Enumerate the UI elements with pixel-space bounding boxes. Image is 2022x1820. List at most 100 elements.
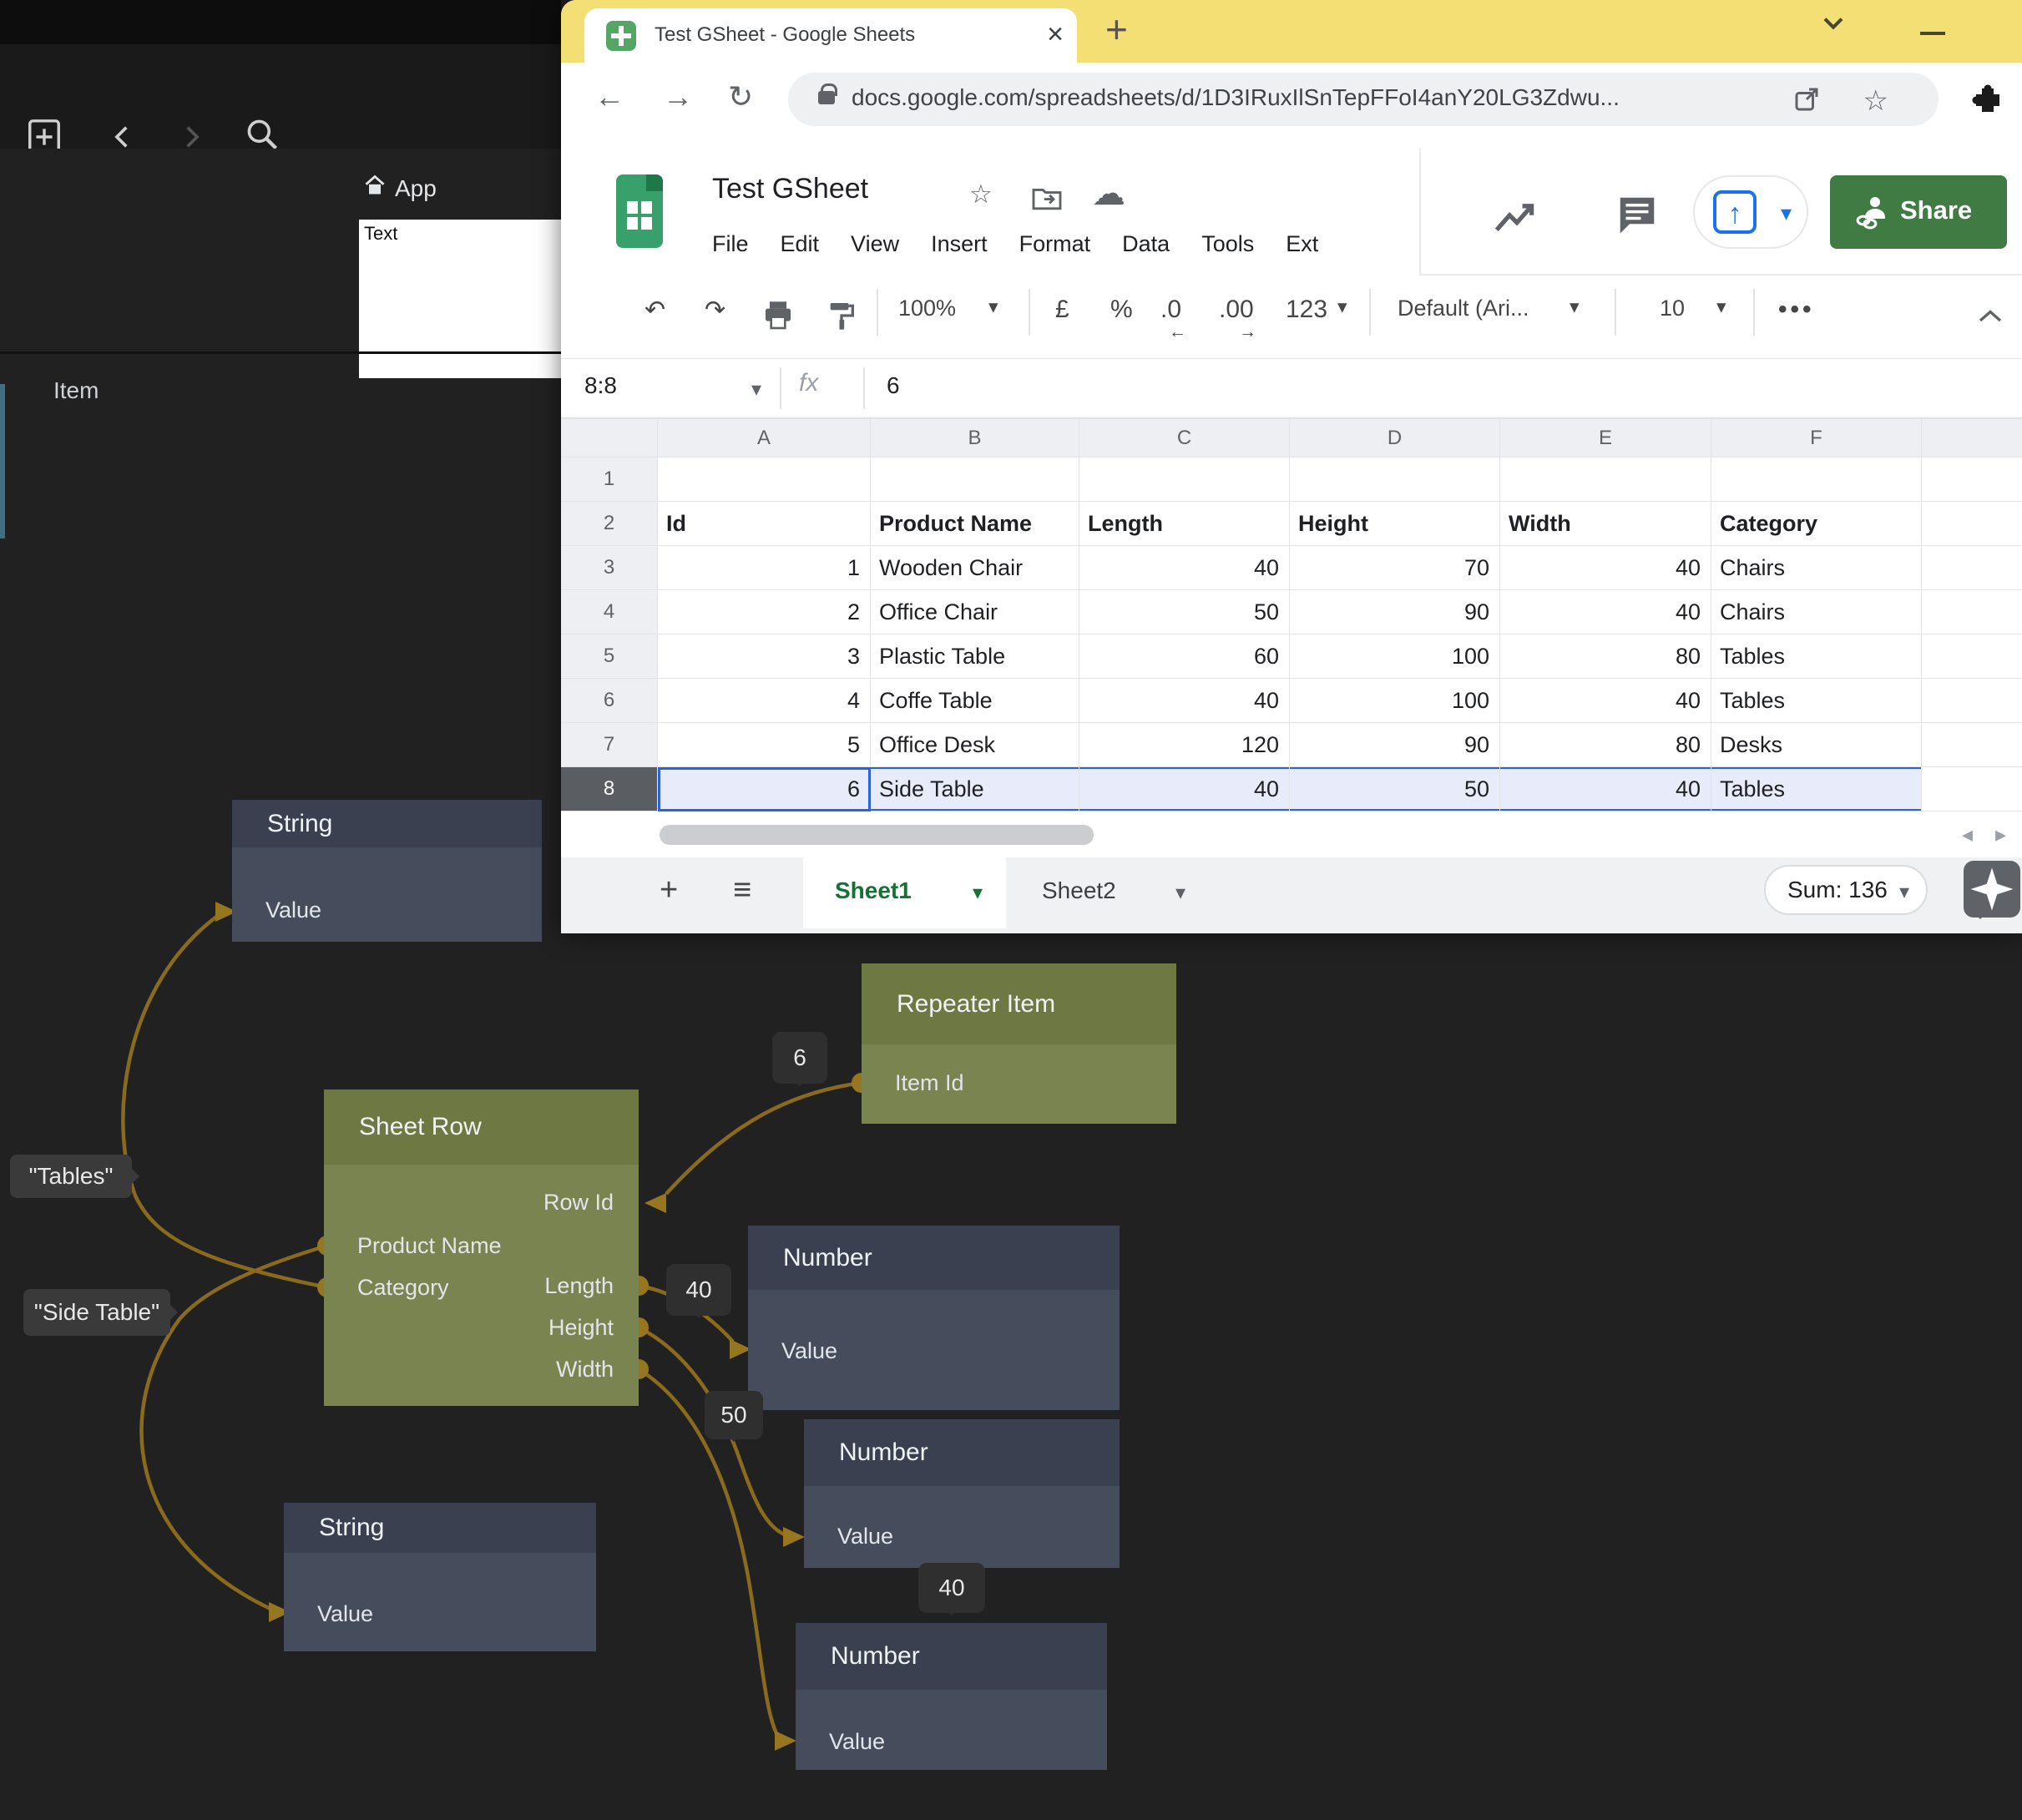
undo-icon[interactable]: ↶: [645, 296, 665, 325]
cell-D8[interactable]: 50: [1290, 767, 1500, 811]
cell-E6[interactable]: 40: [1500, 679, 1711, 723]
more-formats-caret-icon[interactable]: ▾: [1337, 296, 1347, 318]
node-number[interactable]: NumberValue: [748, 1226, 1120, 1410]
formula-input[interactable]: 6: [887, 372, 900, 399]
font-select[interactable]: Default (Ari...: [1398, 296, 1529, 321]
col-header-D[interactable]: D: [1290, 419, 1500, 458]
cell-B2[interactable]: Product Name: [871, 502, 1079, 546]
menu-file[interactable]: File: [712, 231, 749, 257]
grid-corner[interactable]: [561, 419, 658, 458]
cell-A2[interactable]: Id: [658, 502, 871, 546]
cell-D7[interactable]: 90: [1290, 723, 1500, 767]
cell-F3[interactable]: Chairs: [1711, 546, 1922, 590]
close-tab-icon[interactable]: ×: [1047, 18, 1064, 51]
col-header-F[interactable]: F: [1711, 419, 1922, 458]
cell-E2[interactable]: Width: [1500, 502, 1711, 546]
row-header-3[interactable]: 3: [561, 546, 658, 590]
row-header-4[interactable]: 4: [561, 590, 658, 634]
explore-button[interactable]: [1964, 861, 2020, 918]
cell-blank-6[interactable]: [1922, 679, 2022, 723]
cell-C1[interactable]: [1079, 458, 1290, 502]
cell-D2[interactable]: Height: [1290, 502, 1500, 546]
cell-D3[interactable]: 70: [1290, 546, 1500, 590]
cell-C6[interactable]: 40: [1079, 679, 1290, 723]
zoom-caret-icon[interactable]: ▾: [988, 296, 998, 318]
nav-reload-icon[interactable]: ↻: [728, 79, 753, 114]
cell-E3[interactable]: 40: [1500, 546, 1711, 590]
node-string[interactable]: StringValue: [232, 800, 542, 942]
extensions-puzzle-icon[interactable]: [1970, 83, 2005, 122]
decrease-decimal-button[interactable]: .0: [1160, 296, 1181, 324]
share-button[interactable]: Share: [1830, 175, 2007, 249]
cell-D6[interactable]: 100: [1290, 679, 1500, 723]
collapse-toolbar-icon[interactable]: [1975, 304, 2005, 332]
menu-format[interactable]: Format: [1019, 231, 1091, 257]
cell-A3[interactable]: 1: [658, 546, 871, 590]
comment-icon[interactable]: [1615, 192, 1660, 241]
port-value[interactable]: Value: [804, 1519, 1120, 1553]
name-box-caret-icon[interactable]: ▾: [751, 377, 761, 402]
port-item-id[interactable]: Item Id: [862, 1066, 1176, 1100]
address-bar[interactable]: docs.google.com/spreadsheets/d/1D3IRuxIl…: [788, 73, 1939, 126]
cell-B7[interactable]: Office Desk: [871, 723, 1079, 767]
print-icon[interactable]: [761, 299, 795, 339]
cell-A6[interactable]: 4: [658, 679, 871, 723]
sheet2-tab[interactable]: Sheet2: [1042, 877, 1116, 904]
cell-B4[interactable]: Office Chair: [871, 590, 1079, 634]
col-header-E[interactable]: E: [1500, 419, 1711, 458]
row-header-7[interactable]: 7: [561, 723, 658, 767]
menu-ext[interactable]: Ext: [1286, 231, 1318, 257]
move-folder-icon[interactable]: [1030, 185, 1064, 218]
present-caret-icon[interactable]: ▾: [1781, 200, 1792, 226]
name-box[interactable]: 8:8: [584, 372, 617, 399]
node-repeater-item[interactable]: Repeater ItemItem Id: [862, 963, 1176, 1124]
present-button[interactable]: ↑ ▾: [1693, 175, 1808, 249]
cell-blank-4[interactable]: [1922, 590, 2022, 634]
new-tab-button[interactable]: +: [1105, 7, 1128, 52]
col-header-blank[interactable]: [1922, 419, 2022, 458]
document-title[interactable]: Test GSheet: [712, 173, 868, 205]
cell-D4[interactable]: 90: [1290, 590, 1500, 634]
cell-C5[interactable]: 60: [1079, 634, 1290, 679]
col-header-B[interactable]: B: [871, 419, 1079, 458]
node-number[interactable]: NumberValue: [804, 1419, 1120, 1568]
cell-F7[interactable]: Desks: [1711, 723, 1922, 767]
cell-blank-2[interactable]: [1922, 502, 2022, 546]
port-height[interactable]: Height: [324, 1311, 639, 1344]
cell-F6[interactable]: Tables: [1711, 679, 1922, 723]
increase-decimal-button[interactable]: .00: [1219, 296, 1254, 324]
node-sheet-row[interactable]: Sheet RowRow IdProduct NameCategoryLengt…: [324, 1089, 639, 1406]
cell-F2[interactable]: Category: [1711, 502, 1922, 546]
font-size-caret-icon[interactable]: ▾: [1716, 296, 1726, 318]
port-row-id[interactable]: Row Id: [324, 1186, 639, 1219]
font-size-select[interactable]: 10: [1660, 296, 1685, 321]
redo-icon[interactable]: ↷: [705, 296, 725, 325]
horizontal-scrollbar[interactable]: [660, 825, 1094, 845]
row-header-6[interactable]: 6: [561, 679, 658, 723]
sum-status[interactable]: Sum: 136 ▾: [1764, 865, 1928, 915]
port-value[interactable]: Value: [796, 1725, 1107, 1758]
row-header-2[interactable]: 2: [561, 502, 658, 546]
cell-A1[interactable]: [658, 458, 871, 502]
col-header-C[interactable]: C: [1079, 419, 1290, 458]
cell-A5[interactable]: 3: [658, 634, 871, 679]
cell-F5[interactable]: Tables: [1711, 634, 1922, 679]
cell-E7[interactable]: 80: [1500, 723, 1711, 767]
cell-A7[interactable]: 5: [658, 723, 871, 767]
more-formats-button[interactable]: 123: [1286, 296, 1327, 324]
paint-format-icon[interactable]: [825, 299, 858, 339]
row-header-1[interactable]: 1: [561, 458, 658, 502]
node-number[interactable]: NumberValue: [796, 1623, 1107, 1770]
cell-F4[interactable]: Chairs: [1711, 590, 1922, 634]
sheet2-caret-icon[interactable]: ▾: [1175, 881, 1185, 905]
share-page-icon[interactable]: [1792, 84, 1822, 119]
scroll-right-icon[interactable]: ▸: [1995, 822, 2006, 847]
all-sheets-icon[interactable]: ≡: [733, 872, 751, 908]
percent-format-button[interactable]: %: [1110, 296, 1133, 324]
menu-tools[interactable]: Tools: [1201, 231, 1254, 257]
port-length[interactable]: Length: [324, 1269, 639, 1302]
cell-E4[interactable]: 40: [1500, 590, 1711, 634]
cell-B5[interactable]: Plastic Table: [871, 634, 1079, 679]
cell-blank-1[interactable]: [1922, 458, 2022, 502]
cell-blank-5[interactable]: [1922, 634, 2022, 679]
